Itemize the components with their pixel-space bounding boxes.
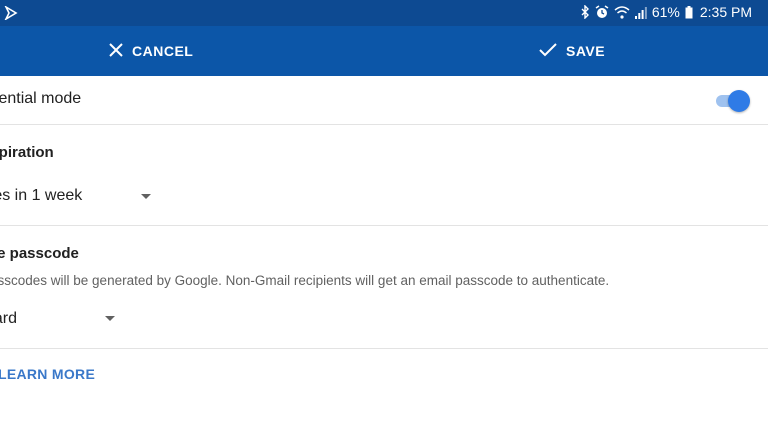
expiration-value: res in 1 week bbox=[0, 187, 83, 204]
passcode-value: dard bbox=[0, 310, 18, 327]
battery-icon bbox=[685, 5, 693, 19]
passcode-dropdown-arrow-icon[interactable] bbox=[105, 316, 115, 321]
cancel-button[interactable]: CANCEL bbox=[108, 26, 193, 76]
check-icon bbox=[538, 42, 558, 61]
expiration-title: expiration bbox=[0, 144, 54, 161]
expiration-dropdown-arrow-icon[interactable] bbox=[141, 194, 151, 199]
cancel-label: CANCEL bbox=[132, 43, 194, 59]
expiration-dropdown[interactable]: res in 1 week bbox=[0, 187, 82, 205]
save-label: SAVE bbox=[566, 43, 606, 59]
battery-percent: 61% bbox=[651, 4, 680, 20]
passcode-title: uire passcode bbox=[0, 245, 79, 262]
bluetooth-icon bbox=[581, 5, 590, 19]
save-button[interactable]: SAVE bbox=[538, 26, 605, 76]
passcode-dropdown[interactable]: dard bbox=[0, 310, 17, 328]
confidential-mode-row: idential mode bbox=[0, 76, 768, 125]
status-icons: 61% 2:35 PM bbox=[581, 4, 752, 20]
toggle-thumb bbox=[728, 90, 750, 112]
passcode-section: uire passcode asscodes will be generated… bbox=[0, 226, 768, 349]
close-icon bbox=[108, 42, 124, 61]
clock: 2:35 PM bbox=[699, 4, 752, 20]
confidential-mode-label: idential mode bbox=[0, 90, 82, 107]
alarm-icon bbox=[595, 5, 609, 19]
learn-more-link[interactable]: LEARN MORE bbox=[0, 366, 95, 382]
expiration-section: expiration res in 1 week bbox=[0, 125, 768, 226]
signal-icon bbox=[634, 6, 647, 19]
passcode-description: asscodes will be generated by Google. No… bbox=[0, 273, 610, 288]
confidential-mode-toggle[interactable] bbox=[714, 90, 750, 112]
status-bar: 61% 2:35 PM bbox=[0, 0, 768, 26]
notification-icon bbox=[4, 4, 18, 22]
wifi-icon bbox=[614, 5, 630, 19]
action-bar: CANCEL SAVE bbox=[0, 26, 768, 76]
